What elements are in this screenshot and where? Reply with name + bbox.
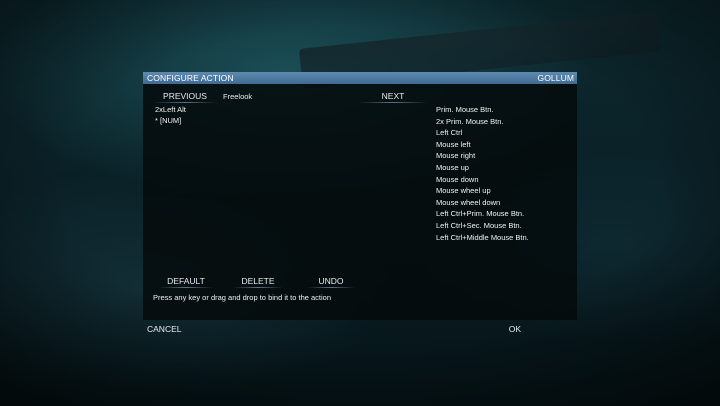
default-button-label: DEFAULT xyxy=(167,276,205,286)
ok-button[interactable]: OK xyxy=(509,324,521,334)
key-option[interactable]: 2x Prim. Mouse Btn. xyxy=(436,116,571,128)
dialog-title: CONFIGURE ACTION xyxy=(147,73,234,83)
character-name: GOLLUM xyxy=(537,73,574,83)
key-option[interactable]: Mouse up xyxy=(436,162,571,174)
delete-button[interactable]: DELETE xyxy=(233,276,283,288)
undo-button[interactable]: UNDO xyxy=(307,276,355,288)
binding-item[interactable]: 2xLeft Alt xyxy=(155,104,355,115)
previous-button-underline xyxy=(153,102,217,103)
default-button-underline xyxy=(159,287,213,288)
cancel-button[interactable]: CANCEL xyxy=(147,324,181,334)
key-option[interactable]: Mouse left xyxy=(436,139,571,151)
key-option[interactable]: Mouse down xyxy=(436,174,571,186)
delete-button-underline xyxy=(233,287,283,288)
binding-item[interactable]: * [NUM] xyxy=(155,115,355,126)
key-option[interactable]: Left Ctrl xyxy=(436,127,571,139)
current-bindings-list: 2xLeft Alt * [NUM] xyxy=(155,104,355,126)
undo-button-underline xyxy=(307,287,355,288)
available-keys-list: Prim. Mouse Btn. 2x Prim. Mouse Btn. Lef… xyxy=(436,104,571,243)
key-option[interactable]: Mouse right xyxy=(436,150,571,162)
instruction-text: Press any key or drag and drop to bind i… xyxy=(153,293,332,302)
next-button-label: NEXT xyxy=(381,91,405,101)
dialog-titlebar: CONFIGURE ACTION GOLLUM xyxy=(143,72,577,84)
next-button[interactable]: NEXT xyxy=(358,91,428,103)
key-option[interactable]: Left Ctrl+Middle Mouse Btn. xyxy=(436,232,571,244)
default-button[interactable]: DEFAULT xyxy=(159,276,213,288)
delete-button-label: DELETE xyxy=(241,276,275,286)
configure-action-dialog: CONFIGURE ACTION GOLLUM PREVIOUS Freeloo… xyxy=(143,72,577,338)
action-name: Freelook xyxy=(223,92,253,101)
next-button-underline xyxy=(358,102,428,103)
previous-button-label: PREVIOUS xyxy=(163,91,207,101)
previous-button[interactable]: PREVIOUS xyxy=(153,91,217,103)
key-option[interactable]: Left Ctrl+Prim. Mouse Btn. xyxy=(436,208,571,220)
key-option[interactable]: Mouse wheel up xyxy=(436,185,571,197)
key-option[interactable]: Left Ctrl+Sec. Mouse Btn. xyxy=(436,220,571,232)
undo-button-label: UNDO xyxy=(318,276,344,286)
key-option[interactable]: Mouse wheel down xyxy=(436,197,571,209)
key-option[interactable]: Prim. Mouse Btn. xyxy=(436,104,571,116)
